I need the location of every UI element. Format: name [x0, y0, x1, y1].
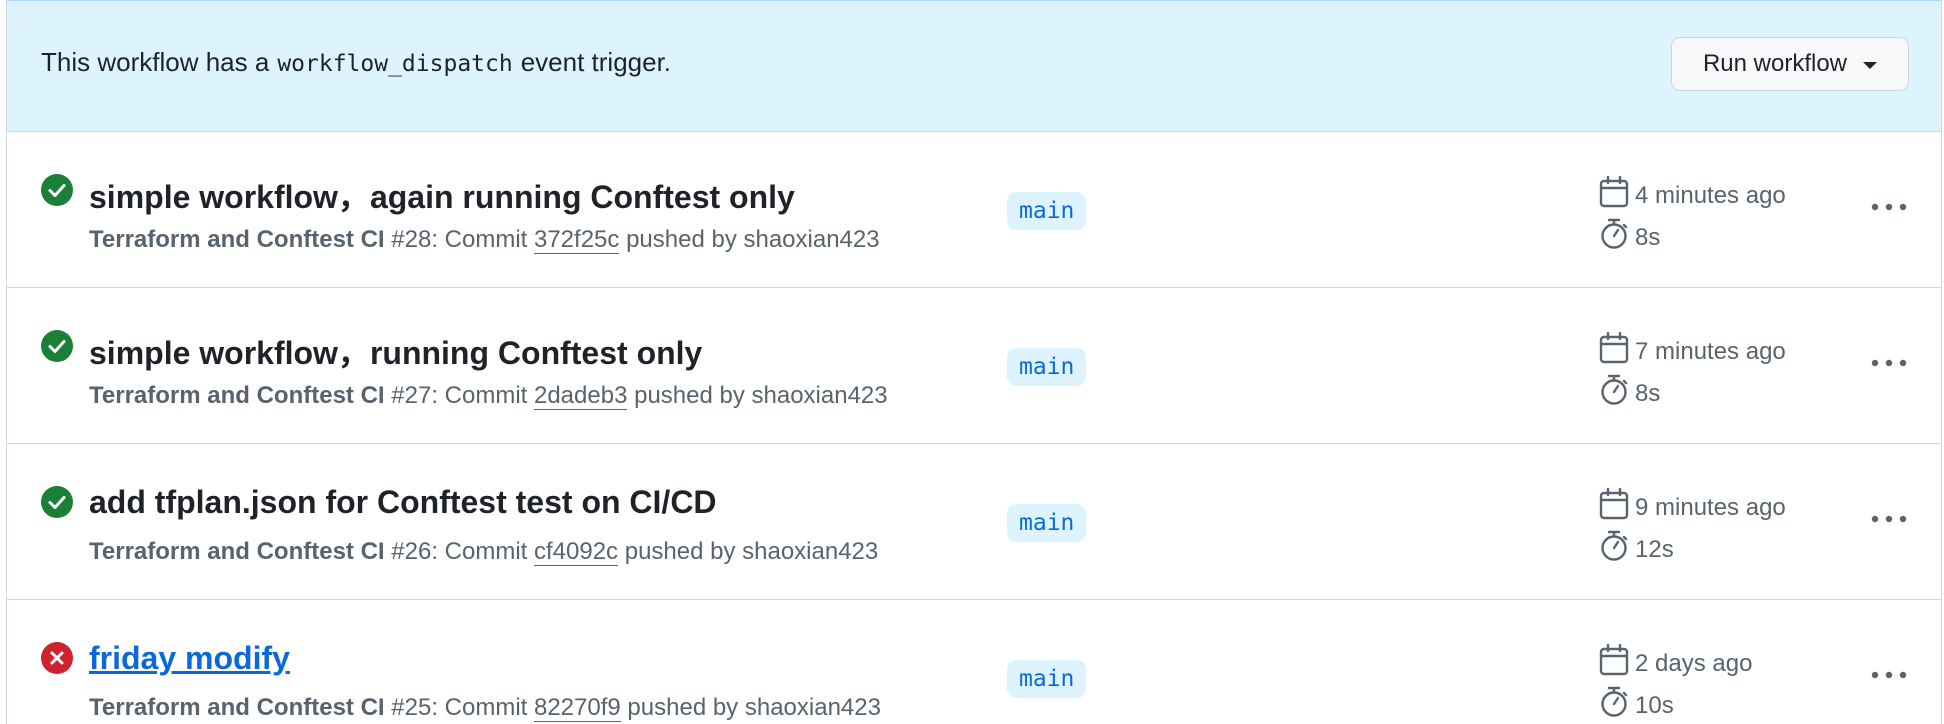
success-check-icon [41, 174, 73, 206]
banner-text-after: event trigger. [520, 47, 672, 77]
workflow-run-row[interactable]: simple workflow，again running Conftest o… [7, 132, 1941, 288]
timestamp-text: 2 days ago [1635, 649, 1753, 677]
branch-badge[interactable]: main [1007, 348, 1087, 386]
success-check-icon [41, 330, 73, 362]
run-meta: Terraform and Conftest CI #28: Commit 37… [89, 226, 880, 254]
run-number: #27 [391, 382, 432, 409]
run-meta: Terraform and Conftest CI #27: Commit 2d… [89, 382, 888, 410]
run-number: #26 [391, 538, 432, 565]
banner-text-before: This workflow has a [41, 47, 270, 77]
timestamp-text: 9 minutes ago [1635, 493, 1786, 521]
run-timestamp: 9 minutes ago [1599, 487, 1786, 527]
pushed-by: pushed by shaoxian423 [624, 538, 879, 565]
run-number: #28 [391, 226, 432, 253]
calendar-icon [1599, 175, 1629, 215]
commit-sha-link[interactable]: cf4092c [533, 538, 619, 566]
failure-x-icon [41, 642, 73, 674]
run-number: #25 [391, 694, 432, 721]
stopwatch-icon [1599, 218, 1629, 257]
run-duration: 8s [1599, 374, 1660, 413]
pushed-by: pushed by shaoxian423 [627, 694, 881, 721]
branch-badge[interactable]: main [1007, 192, 1087, 230]
more-options-icon[interactable] [1869, 192, 1909, 222]
caret-down-icon [1863, 62, 1878, 69]
duration-text: 12s [1635, 535, 1674, 563]
run-timestamp: 4 minutes ago [1599, 175, 1786, 215]
stopwatch-icon [1599, 686, 1629, 724]
workflow-run-row[interactable]: add tfplan.json for Conftest test on CI/… [7, 444, 1941, 600]
run-title[interactable]: simple workflow，again running Conftest o… [89, 172, 795, 218]
run-meta: Terraform and Conftest CI #26: Commit cf… [89, 538, 878, 566]
banner-code: workflow_dispatch [277, 51, 513, 77]
calendar-icon [1599, 487, 1629, 527]
success-check-icon [41, 486, 73, 518]
workflow-name[interactable]: Terraform and Conftest CI [89, 382, 385, 409]
calendar-icon [1599, 643, 1629, 683]
more-options-icon[interactable] [1869, 348, 1909, 378]
duration-text: 8s [1635, 379, 1661, 407]
run-meta: Terraform and Conftest CI #25: Commit 82… [89, 694, 881, 722]
commit-label: : Commit [431, 226, 534, 253]
commit-label: : Commit [431, 538, 534, 565]
run-timestamp: 7 minutes ago [1599, 331, 1786, 371]
pushed-by: pushed by shaoxian423 [634, 382, 888, 409]
run-duration: 8s [1599, 218, 1660, 257]
banner-message: This workflow has a workflow_dispatch even… [41, 47, 671, 78]
timestamp-text: 4 minutes ago [1635, 181, 1786, 209]
run-timestamp: 2 days ago [1599, 643, 1753, 683]
more-options-icon[interactable] [1869, 660, 1909, 690]
commit-label: : Commit [431, 694, 534, 721]
run-title[interactable]: add tfplan.json for Conftest test on CI/… [89, 484, 717, 521]
stopwatch-icon [1599, 374, 1629, 413]
timestamp-text: 7 minutes ago [1635, 337, 1786, 365]
workflow-name[interactable]: Terraform and Conftest CI [89, 226, 385, 253]
calendar-icon [1599, 331, 1629, 371]
more-options-icon[interactable] [1869, 504, 1909, 534]
run-title[interactable]: simple workflow，running Conftest only [89, 328, 702, 374]
run-title[interactable]: friday modify [89, 640, 290, 677]
workflow-run-row[interactable]: simple workflow，running Conftest only Ter… [7, 288, 1941, 444]
duration-text: 8s [1635, 223, 1661, 251]
run-duration: 12s [1599, 530, 1674, 569]
commit-sha-link[interactable]: 372f25c [533, 226, 620, 254]
pushed-by: pushed by shaoxian423 [626, 226, 880, 253]
workflow-name[interactable]: Terraform and Conftest CI [89, 694, 385, 721]
run-duration: 10s [1599, 686, 1674, 724]
commit-label: : Commit [431, 382, 534, 409]
workflow-runs-panel: This workflow has a workflow_dispatch even… [6, 0, 1942, 724]
run-workflow-label: Run workflow [1702, 50, 1848, 77]
workflow-dispatch-banner: This workflow has a workflow_dispatch even… [7, 0, 1941, 132]
stopwatch-icon [1599, 530, 1629, 569]
workflow-run-row[interactable]: friday modify Terraform and Conftest CI #… [7, 600, 1941, 724]
branch-badge[interactable]: main [1007, 660, 1087, 698]
workflow-name[interactable]: Terraform and Conftest CI [89, 538, 385, 565]
branch-badge[interactable]: main [1007, 504, 1087, 542]
commit-sha-link[interactable]: 82270f9 [533, 694, 621, 722]
run-workflow-button[interactable]: Run workflow [1671, 37, 1909, 91]
commit-sha-link[interactable]: 2dadeb3 [533, 382, 628, 410]
duration-text: 10s [1635, 691, 1674, 719]
